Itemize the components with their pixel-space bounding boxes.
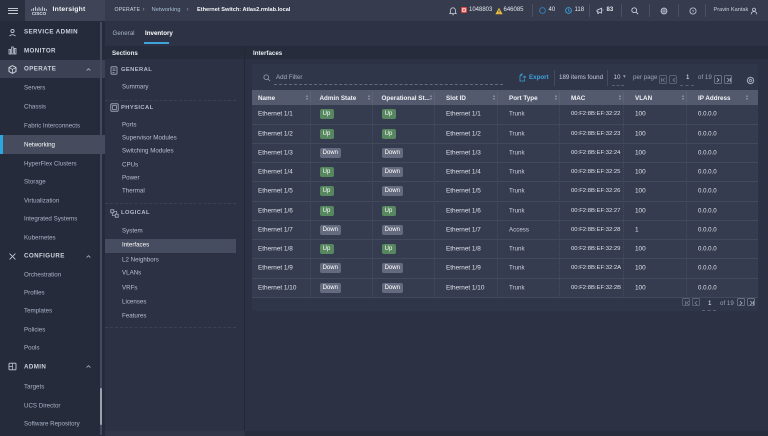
svg-text:?: ?: [691, 8, 694, 14]
svg-text:CISCO: CISCO: [32, 11, 47, 16]
